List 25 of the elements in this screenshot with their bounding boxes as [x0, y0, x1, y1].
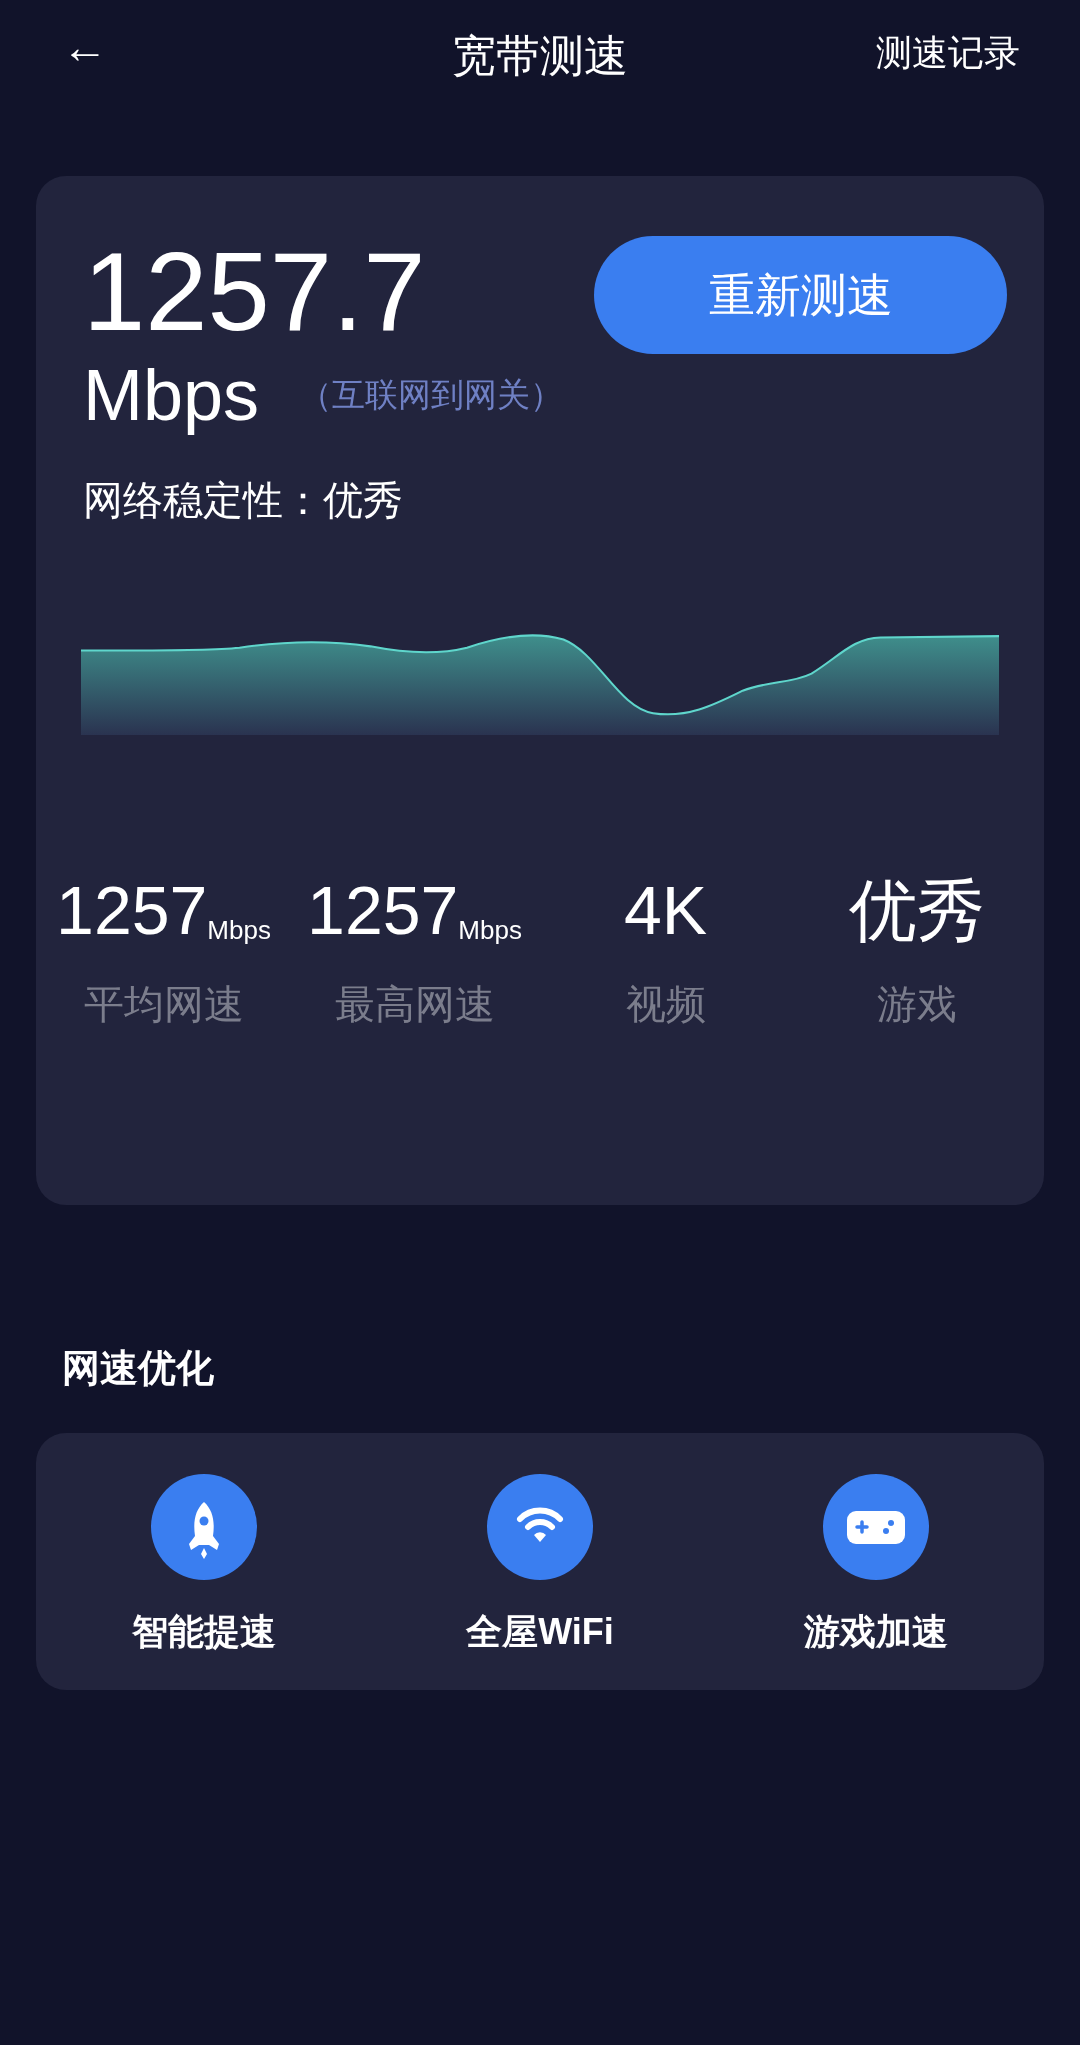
- history-link[interactable]: 测速记录: [876, 26, 1020, 80]
- gamepad-icon: [823, 1474, 929, 1580]
- stat-value: 4K: [623, 871, 708, 950]
- back-button[interactable]: ←: [62, 24, 108, 70]
- rocket-icon: [151, 1474, 257, 1580]
- shortcut-button[interactable]: 游戏加速: [804, 1433, 948, 1690]
- section-title: 网速优化: [62, 1346, 215, 1391]
- stat-label: 平均网速: [83, 981, 244, 1028]
- stability-text: 网络稳定性：优秀: [83, 477, 404, 524]
- stat-value: 优秀: [848, 871, 985, 950]
- stat-unit: Mbps: [458, 914, 522, 947]
- wifi-icon: [487, 1474, 593, 1580]
- stat-label: 最高网速: [334, 981, 495, 1028]
- stat-value: 1257: [56, 871, 208, 950]
- page-title: 宽带测速: [452, 30, 628, 82]
- shortcut-button[interactable]: 全屋WiFi: [466, 1433, 614, 1690]
- stat-unit: Mbps: [207, 914, 271, 947]
- stat-label: 游戏: [876, 981, 957, 1028]
- scope-note: （互联网到网关）: [299, 375, 564, 416]
- speed-value: 1257.7: [83, 236, 427, 348]
- stat-label: 视频: [625, 981, 706, 1028]
- retest-button[interactable]: 重新测速: [594, 236, 1007, 354]
- stat-value: 1257: [307, 871, 459, 950]
- speed-unit: Mbps: [83, 354, 260, 437]
- shortcut-button[interactable]: 智能提速: [132, 1433, 276, 1690]
